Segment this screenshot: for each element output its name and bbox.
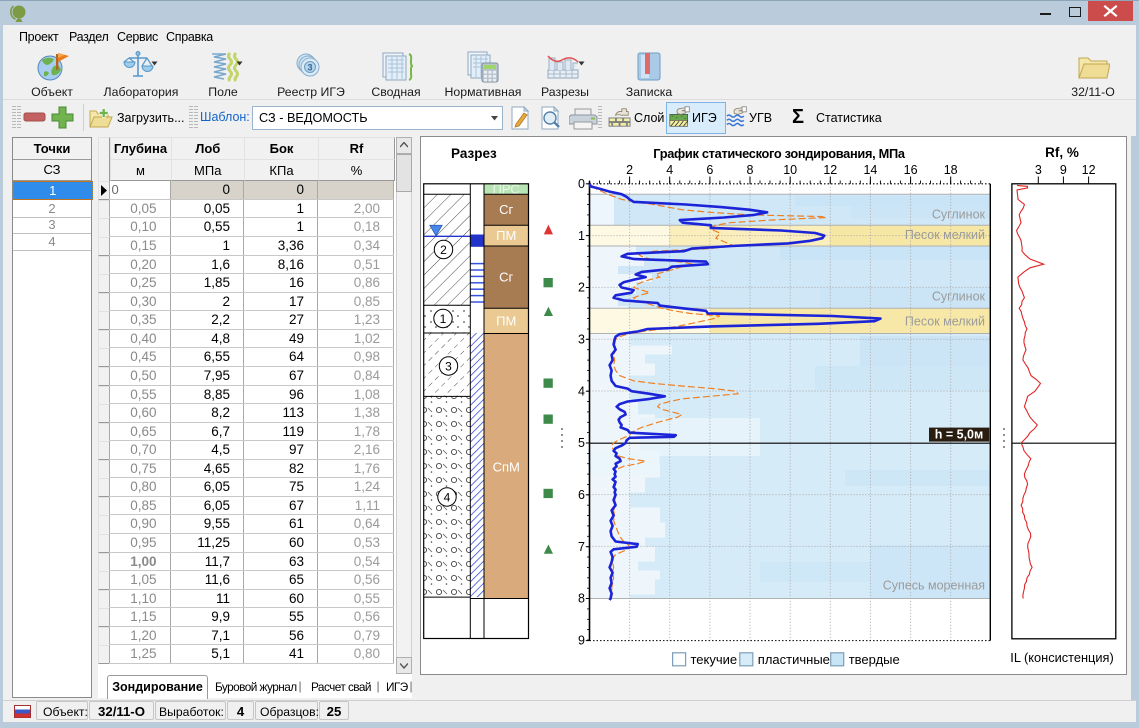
- svg-text:3: 3: [307, 63, 312, 73]
- svg-text:12: 12: [1082, 163, 1096, 177]
- svg-text:3: 3: [445, 360, 452, 374]
- svg-text:3: 3: [578, 333, 585, 347]
- svg-text:График статического зондирован: График статического зондирования, МПа: [653, 146, 906, 161]
- svg-text:Песок мелкий: Песок мелкий: [905, 228, 985, 242]
- svg-text:8: 8: [747, 163, 754, 177]
- svg-text:9: 9: [1060, 163, 1067, 177]
- svg-text:6: 6: [706, 163, 713, 177]
- svg-text:Разрез: Разрез: [451, 146, 497, 161]
- svg-text:4: 4: [578, 384, 585, 398]
- svg-text:3: 3: [1035, 163, 1042, 177]
- svg-text:2: 2: [440, 243, 447, 257]
- svg-text:0: 0: [578, 177, 585, 191]
- svg-text:Суглинок: Суглинок: [932, 208, 986, 222]
- svg-text:10: 10: [783, 163, 797, 177]
- svg-text:4: 4: [666, 163, 673, 177]
- svg-text:16: 16: [904, 163, 918, 177]
- svg-text:Сг: Сг: [499, 270, 513, 285]
- svg-text:ПМ: ПМ: [496, 228, 516, 243]
- svg-text:18: 18: [944, 163, 958, 177]
- svg-text:6: 6: [578, 488, 585, 502]
- svg-text:5: 5: [578, 436, 585, 450]
- svg-text:1: 1: [440, 312, 447, 326]
- svg-text:4: 4: [444, 491, 451, 505]
- svg-text:1: 1: [578, 229, 585, 243]
- svg-text:твердые: твердые: [849, 652, 900, 667]
- svg-text:Супесь моренная: Супесь моренная: [883, 579, 985, 593]
- svg-text:СпМ: СпМ: [493, 460, 520, 475]
- svg-text:Rf, %: Rf, %: [1045, 145, 1079, 160]
- svg-text:2: 2: [626, 163, 633, 177]
- svg-text:h = 5,0м: h = 5,0м: [935, 428, 984, 442]
- svg-text:текучие: текучие: [691, 652, 738, 667]
- svg-text:14: 14: [863, 163, 877, 177]
- svg-text:IL (консистенция): IL (консистенция): [1010, 650, 1113, 665]
- svg-text:8: 8: [578, 592, 585, 606]
- svg-text:пластичные: пластичные: [758, 652, 830, 667]
- svg-text:9: 9: [578, 634, 585, 648]
- svg-text:Суглинок: Суглинок: [932, 289, 986, 303]
- svg-text:2: 2: [578, 281, 585, 295]
- svg-text:Сг: Сг: [499, 202, 513, 217]
- svg-text:ПМ: ПМ: [496, 313, 516, 328]
- svg-text:7: 7: [578, 540, 585, 554]
- svg-text:Песок мелкий: Песок мелкий: [905, 314, 985, 328]
- svg-text:12: 12: [823, 163, 837, 177]
